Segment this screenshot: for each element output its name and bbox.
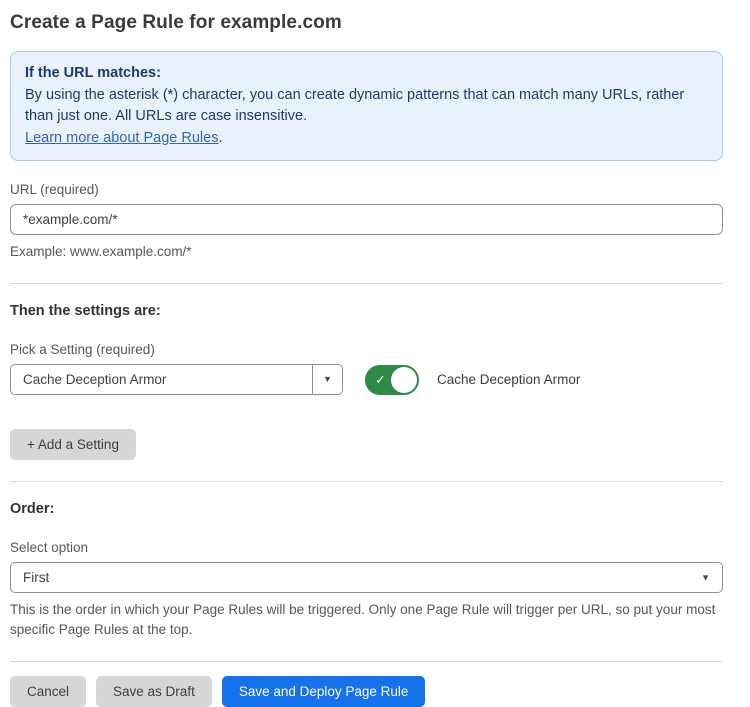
url-match-info-box: If the URL matches: By using the asteris… bbox=[10, 51, 723, 161]
settings-section-heading: Then the settings are: bbox=[10, 303, 723, 319]
url-field-label: URL (required) bbox=[10, 182, 723, 197]
check-icon: ✓ bbox=[375, 372, 386, 388]
link-suffix: . bbox=[218, 130, 222, 146]
form-actions: Cancel Save as Draft Save and Deploy Pag… bbox=[10, 676, 723, 707]
chevron-down-icon: ▼ bbox=[323, 375, 332, 384]
learn-more-link[interactable]: Learn more about Page Rules bbox=[25, 130, 218, 146]
toggle-knob bbox=[391, 367, 417, 393]
add-setting-button[interactable]: + Add a Setting bbox=[10, 429, 136, 460]
save-and-deploy-button[interactable]: Save and Deploy Page Rule bbox=[222, 676, 426, 707]
info-box-body: By using the asterisk (*) character, you… bbox=[25, 85, 708, 128]
cache-deception-armor-toggle[interactable]: ✓ bbox=[365, 365, 419, 395]
url-input[interactable] bbox=[10, 204, 723, 235]
cancel-button[interactable]: Cancel bbox=[10, 676, 86, 707]
divider bbox=[10, 283, 723, 284]
setting-row: Cache Deception Armor ▼ ✓ Cache Deceptio… bbox=[10, 364, 723, 395]
setting-select-arrow-button[interactable]: ▼ bbox=[312, 365, 342, 394]
divider bbox=[10, 661, 723, 662]
order-select-value: First bbox=[23, 570, 49, 585]
order-select-label: Select option bbox=[10, 540, 723, 555]
chevron-down-icon: ▼ bbox=[701, 573, 710, 582]
url-field-helper: Example: www.example.com/* bbox=[10, 242, 723, 262]
page-title: Create a Page Rule for example.com bbox=[10, 12, 723, 34]
page-rule-form: Create a Page Rule for example.com If th… bbox=[0, 0, 750, 707]
toggle-label: Cache Deception Armor bbox=[437, 372, 580, 387]
setting-select-value: Cache Deception Armor bbox=[11, 365, 312, 394]
order-section-heading: Order: bbox=[10, 501, 723, 517]
order-helper-text: This is the order in which your Page Rul… bbox=[10, 600, 723, 640]
info-box-heading: If the URL matches: bbox=[25, 63, 708, 85]
setting-select[interactable]: Cache Deception Armor ▼ bbox=[10, 364, 343, 395]
setting-picker-label: Pick a Setting (required) bbox=[10, 342, 723, 357]
divider bbox=[10, 481, 723, 482]
order-select[interactable]: First ▼ bbox=[10, 562, 723, 593]
info-box-link-line: Learn more about Page Rules. bbox=[25, 128, 708, 150]
save-as-draft-button[interactable]: Save as Draft bbox=[96, 676, 212, 707]
